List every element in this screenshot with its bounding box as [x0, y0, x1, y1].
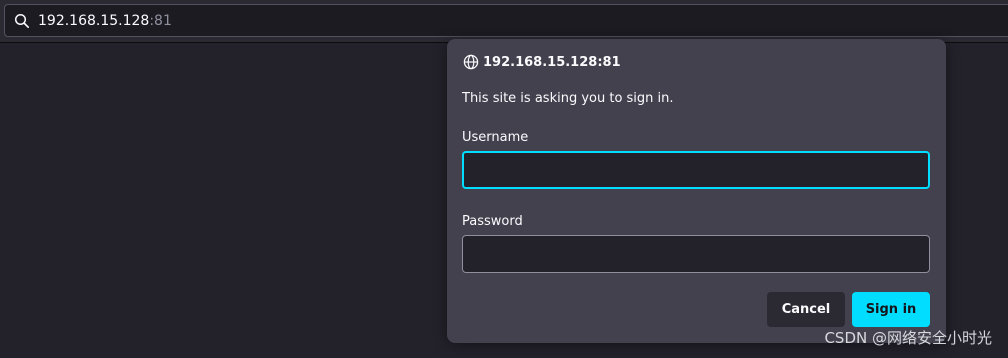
auth-dialog: 192.168.15.128:81 This site is asking yo…: [447, 39, 946, 343]
browser-toolbar: 192.168.15.128:81: [0, 0, 1008, 43]
username-label: Username: [462, 130, 529, 145]
url-port: :81: [149, 13, 172, 29]
url-text[interactable]: 192.168.15.128:81: [38, 12, 172, 30]
cancel-button[interactable]: Cancel: [767, 292, 845, 327]
url-bar[interactable]: 192.168.15.128:81: [4, 4, 1008, 37]
dialog-host: 192.168.15.128:81: [483, 54, 621, 70]
search-icon: [14, 13, 30, 29]
watermark: CSDN @网络安全小时光: [824, 329, 992, 347]
url-host: 192.168.15.128: [38, 13, 150, 29]
password-field[interactable]: [462, 235, 930, 273]
dialog-header: 192.168.15.128:81: [463, 53, 621, 71]
globe-icon: [463, 54, 479, 70]
password-label: Password: [462, 214, 523, 229]
username-field[interactable]: [462, 151, 930, 189]
dialog-message: This site is asking you to sign in.: [462, 91, 674, 106]
sign-in-button[interactable]: Sign in: [852, 292, 930, 327]
